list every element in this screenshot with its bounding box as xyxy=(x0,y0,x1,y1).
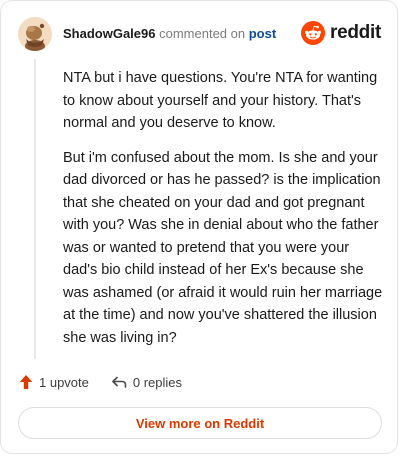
user-avatar[interactable] xyxy=(18,17,52,51)
comment-paragraph: NTA but i have questions. You're NTA for… xyxy=(63,70,378,131)
view-more-button[interactable]: View more on Reddit xyxy=(18,407,382,439)
reddit-logo[interactable]: reddit xyxy=(301,21,381,45)
comment-actions: 1 upvote 0 replies xyxy=(19,374,182,390)
commented-on-text: commented on xyxy=(159,26,246,41)
upvote-count: 1 upvote xyxy=(39,374,89,390)
reply-count: 0 replies xyxy=(132,374,183,390)
upvote-arrow-icon xyxy=(19,375,33,389)
replies-button[interactable]: 0 replies xyxy=(111,375,182,390)
comment-body: NTA but i have questions. You're NTA for… xyxy=(63,67,383,361)
comment-paragraph: But i'm confused about the mom. Is she a… xyxy=(63,149,383,346)
thread-line xyxy=(34,59,36,359)
avatar-image xyxy=(18,17,52,51)
reply-arrow-icon xyxy=(112,376,127,388)
post-link[interactable]: post xyxy=(249,26,276,41)
reddit-wordmark: reddit xyxy=(330,22,381,43)
username[interactable]: ShadowGale96 xyxy=(63,26,155,41)
reddit-snoo-icon xyxy=(301,21,326,45)
comment-embed-card: ShadowGale96 commented on post reddit NT… xyxy=(0,0,398,454)
upvote-button[interactable]: 1 upvote xyxy=(19,374,89,390)
comment-header: ShadowGale96 commented on post xyxy=(63,26,276,42)
